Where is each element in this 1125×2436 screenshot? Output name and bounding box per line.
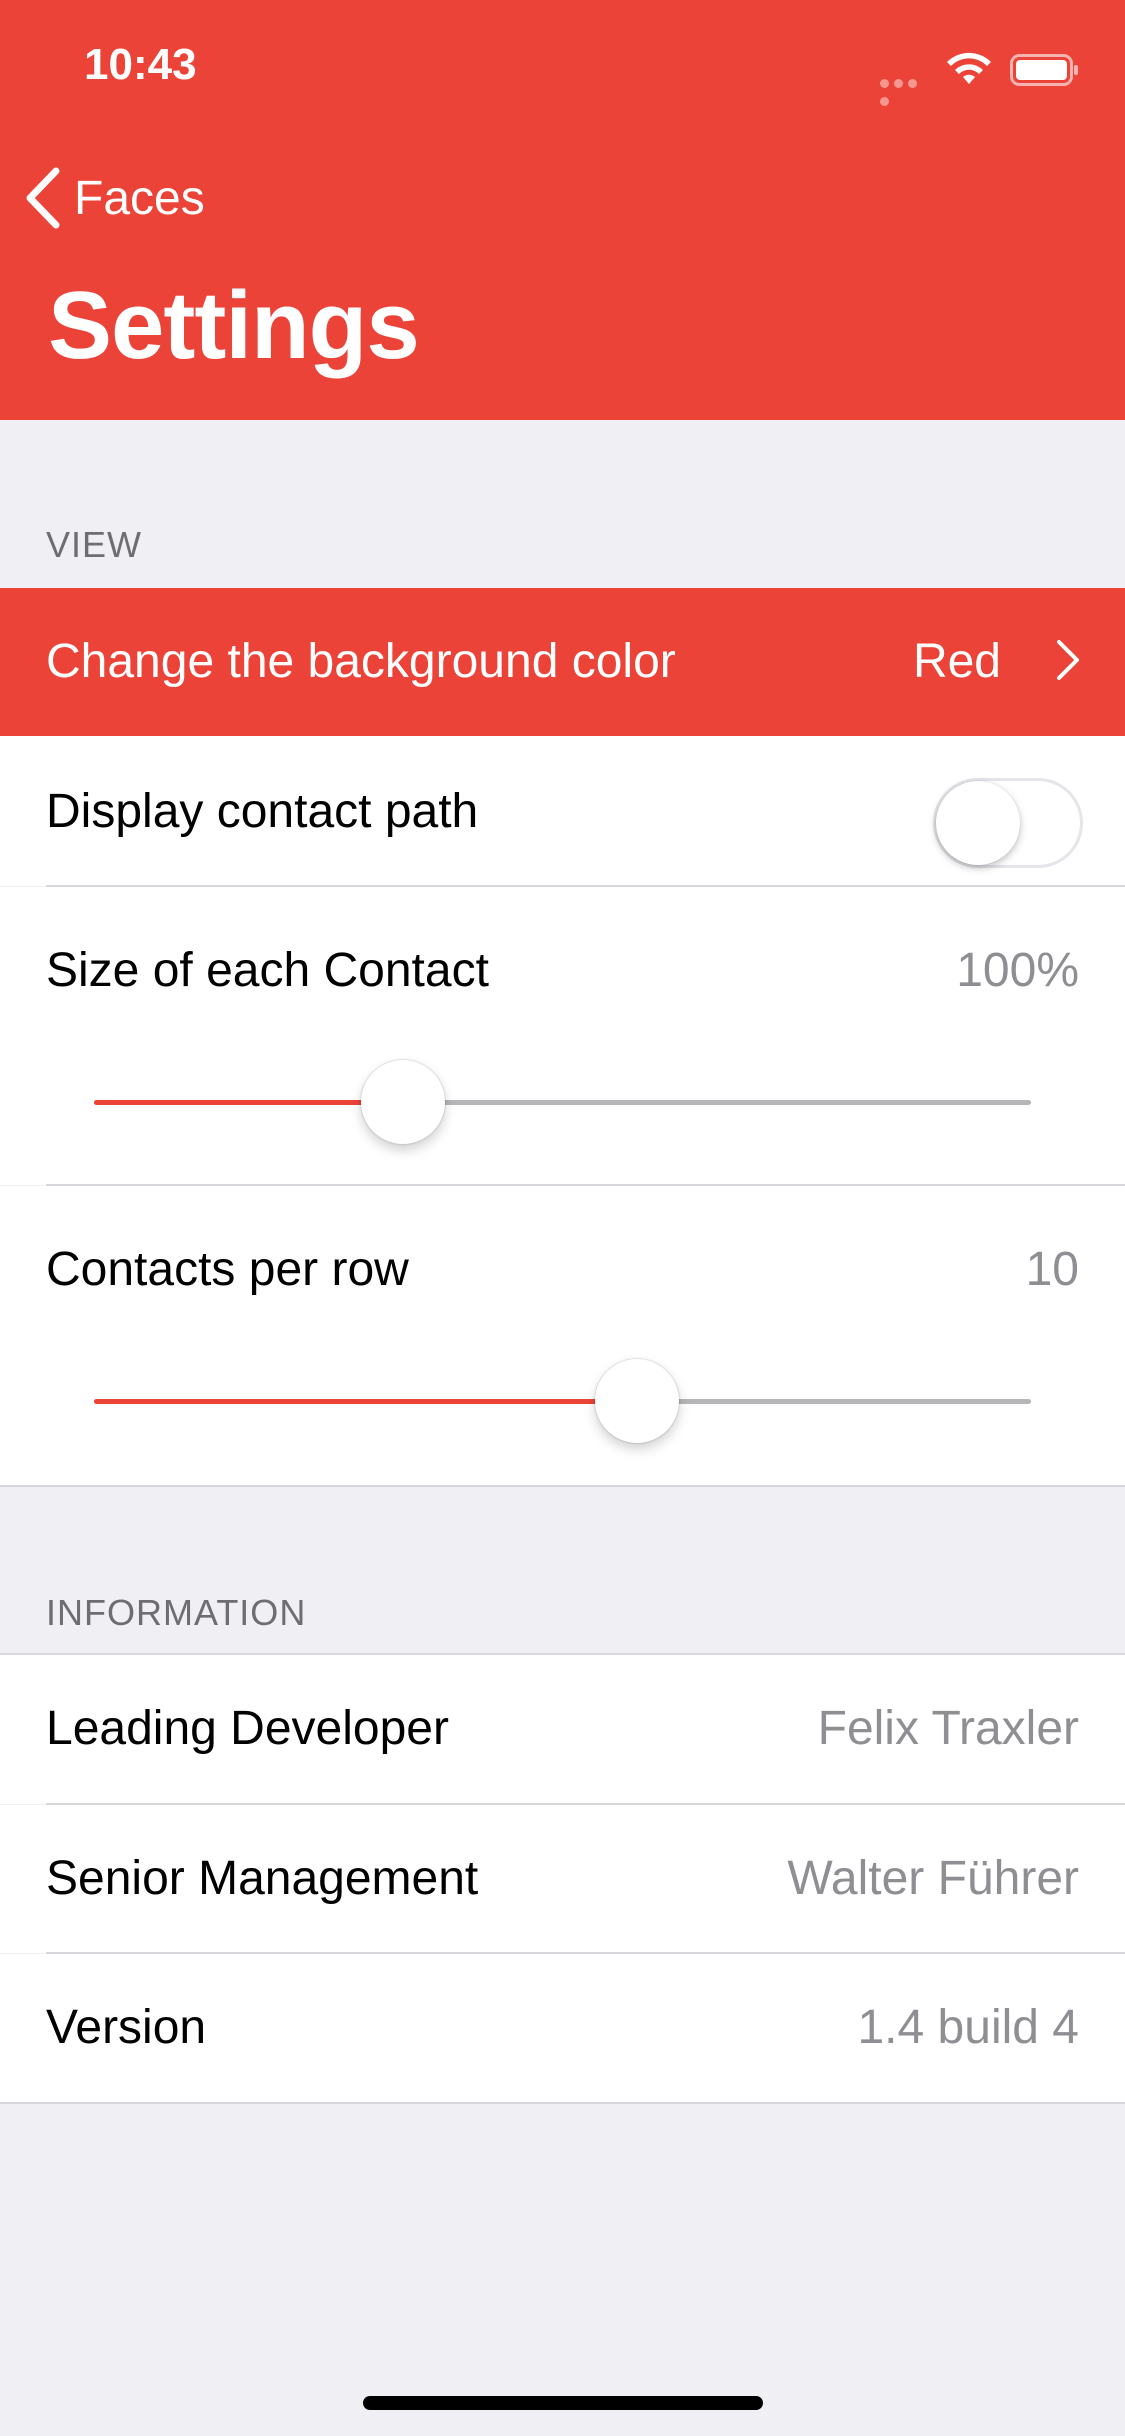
contact-size-row: Size of each Contact 100% (0, 887, 1125, 1185)
slider-fill (94, 1100, 404, 1105)
section-header-view: VIEW (46, 524, 143, 565)
display-contact-path-row: Display contact path (0, 736, 1125, 886)
info-row-label: Senior Management (46, 1852, 479, 1905)
section-bottom-border (0, 1485, 1125, 1487)
info-row-label: Leading Developer (46, 1702, 449, 1755)
section-bottom-border (0, 2102, 1125, 2104)
contact-size-slider[interactable] (94, 1057, 1031, 1147)
contacts-per-row-label: Contacts per row (46, 1243, 409, 1296)
display-contact-path-toggle[interactable] (933, 778, 1083, 868)
contact-size-label: Size of each Contact (46, 944, 489, 997)
background-color-value: Red (912, 635, 1001, 688)
back-button-label: Faces (74, 171, 205, 225)
slider-thumb[interactable] (595, 1359, 680, 1443)
info-row-value: Felix Traxler (817, 1702, 1079, 1755)
section-header-information: INFORMATION (46, 1592, 307, 1633)
info-row-value: Walter Führer (787, 1852, 1079, 1905)
cellular-signal-icon (880, 75, 934, 106)
background-color-label: Change the background color (46, 635, 676, 688)
slider-thumb[interactable] (361, 1060, 446, 1144)
page-title: Settings (48, 272, 420, 379)
display-contact-path-label: Display contact path (46, 785, 479, 838)
battery-icon (1010, 54, 1078, 86)
info-row-leading-developer: Leading Developer Felix Traxler (0, 1655, 1125, 1804)
info-row-label: Version (46, 2001, 207, 2054)
info-row-value: 1.4 build 4 (857, 2001, 1079, 2054)
contacts-per-row-slider[interactable] (94, 1356, 1031, 1446)
contacts-per-row-value: 10 (1025, 1243, 1079, 1296)
background-color-row[interactable]: Change the background color Red (0, 588, 1125, 736)
navigation-bar: 10:43 Faces Settings (0, 0, 1125, 420)
chevron-right-icon (1057, 640, 1079, 680)
info-row-senior-management: Senior Management Walter Führer (0, 1805, 1125, 1953)
back-button[interactable]: Faces (22, 160, 242, 236)
contacts-per-row-row: Contacts per row 10 (0, 1186, 1125, 1485)
contact-size-value: 100% (956, 944, 1079, 997)
slider-fill (94, 1399, 638, 1404)
home-indicator[interactable] (363, 2396, 763, 2410)
chevron-left-icon (26, 167, 60, 229)
toggle-knob (936, 781, 1020, 865)
info-row-version: Version 1.4 build 4 (0, 1954, 1125, 2102)
status-time: 10:43 (84, 40, 197, 89)
wifi-icon (947, 52, 991, 84)
